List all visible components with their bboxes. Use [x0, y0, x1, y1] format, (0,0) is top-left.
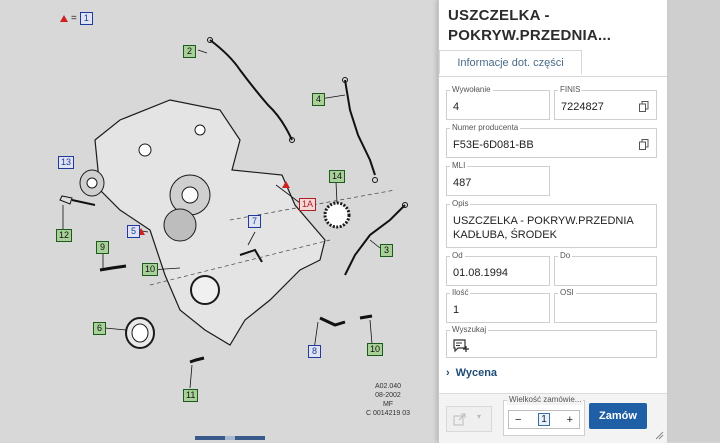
field-wywolanie: Wywołanie 4 [446, 85, 550, 120]
field-od: Od 01.08.1994 [446, 251, 550, 286]
legend-ref-callout: 1 [79, 12, 93, 25]
callout-1a[interactable]: 1A [299, 198, 317, 211]
callout-4[interactable]: 4 [312, 93, 325, 106]
scrollbar-thumb[interactable] [225, 436, 235, 440]
callout-9[interactable]: 9 [96, 241, 109, 254]
callout-2[interactable]: 2 [183, 45, 196, 58]
field-mli: MLI 487 [446, 161, 550, 196]
warning-triangle-icon [60, 15, 68, 22]
field-osi: OSI [554, 288, 657, 323]
section-wycena[interactable]: › Wycena [446, 367, 497, 379]
callout-12[interactable]: 12 [56, 229, 73, 242]
qty-plus-button[interactable]: + [567, 414, 573, 426]
callout-7[interactable]: 7 [248, 215, 261, 228]
resize-grip-icon[interactable] [654, 430, 664, 440]
field-ilosc: Ilość 1 [446, 288, 550, 323]
tab-bar: Informacje dot. części [439, 50, 667, 77]
field-wyszukaj: Wyszukaj [446, 325, 657, 358]
export-icon [453, 413, 466, 426]
copy-icon[interactable] [639, 101, 649, 112]
legend: = 1 [60, 12, 93, 25]
section-wycena-label: Wycena [455, 367, 498, 379]
drawing-stamp: A02.040 08-2002 MF C 0014219 03 [366, 383, 410, 417]
part-details-panel: USZCZELKA - POKRYW.PRZEDNIA... Informacj… [438, 0, 667, 443]
callout-6[interactable]: 6 [93, 322, 106, 335]
callout-8[interactable]: 8 [308, 345, 321, 358]
panel-title: USZCZELKA - POKRYW.PRZEDNIA... [448, 7, 612, 44]
callout-10b[interactable]: 10 [367, 343, 384, 356]
callout-13[interactable]: 13 [58, 156, 75, 169]
callout-3[interactable]: 3 [380, 244, 393, 257]
field-opis: Opis USZCZELKA - POKRYW.PRZEDNIA KADŁUBA… [446, 199, 657, 248]
add-note-icon[interactable] [453, 339, 469, 353]
qty-minus-button[interactable]: − [515, 414, 521, 426]
callout-5[interactable]: 5 [127, 225, 140, 238]
callout-14[interactable]: 14 [329, 170, 346, 183]
export-button[interactable]: ▾ [446, 406, 492, 432]
callout-11[interactable]: 11 [183, 389, 199, 402]
order-button[interactable]: Zamów [589, 403, 647, 429]
engine-exploded-view [59, 37, 408, 389]
tab-part-info[interactable]: Informacje dot. części [439, 50, 582, 75]
dropdown-arrow-icon: ▾ [477, 412, 482, 421]
copy-icon[interactable] [639, 139, 649, 150]
order-quantity: Wielkość zamówie... − 1 + [503, 395, 585, 436]
chevron-right-icon: › [446, 367, 450, 379]
field-finis: FINIS 7224827 [554, 85, 657, 120]
field-producent: Numer producenta F53E-6D081-BB [446, 123, 657, 158]
qty-value-input[interactable]: 1 [538, 413, 550, 426]
field-do: Do [554, 251, 657, 286]
callout-10a[interactable]: 10 [142, 263, 159, 276]
legend-equals: = [71, 13, 77, 24]
right-background [667, 0, 720, 442]
quantity-stepper: − 1 + [508, 410, 580, 429]
order-footer: ▾ Wielkość zamówie... − 1 + Zamów [439, 393, 667, 443]
